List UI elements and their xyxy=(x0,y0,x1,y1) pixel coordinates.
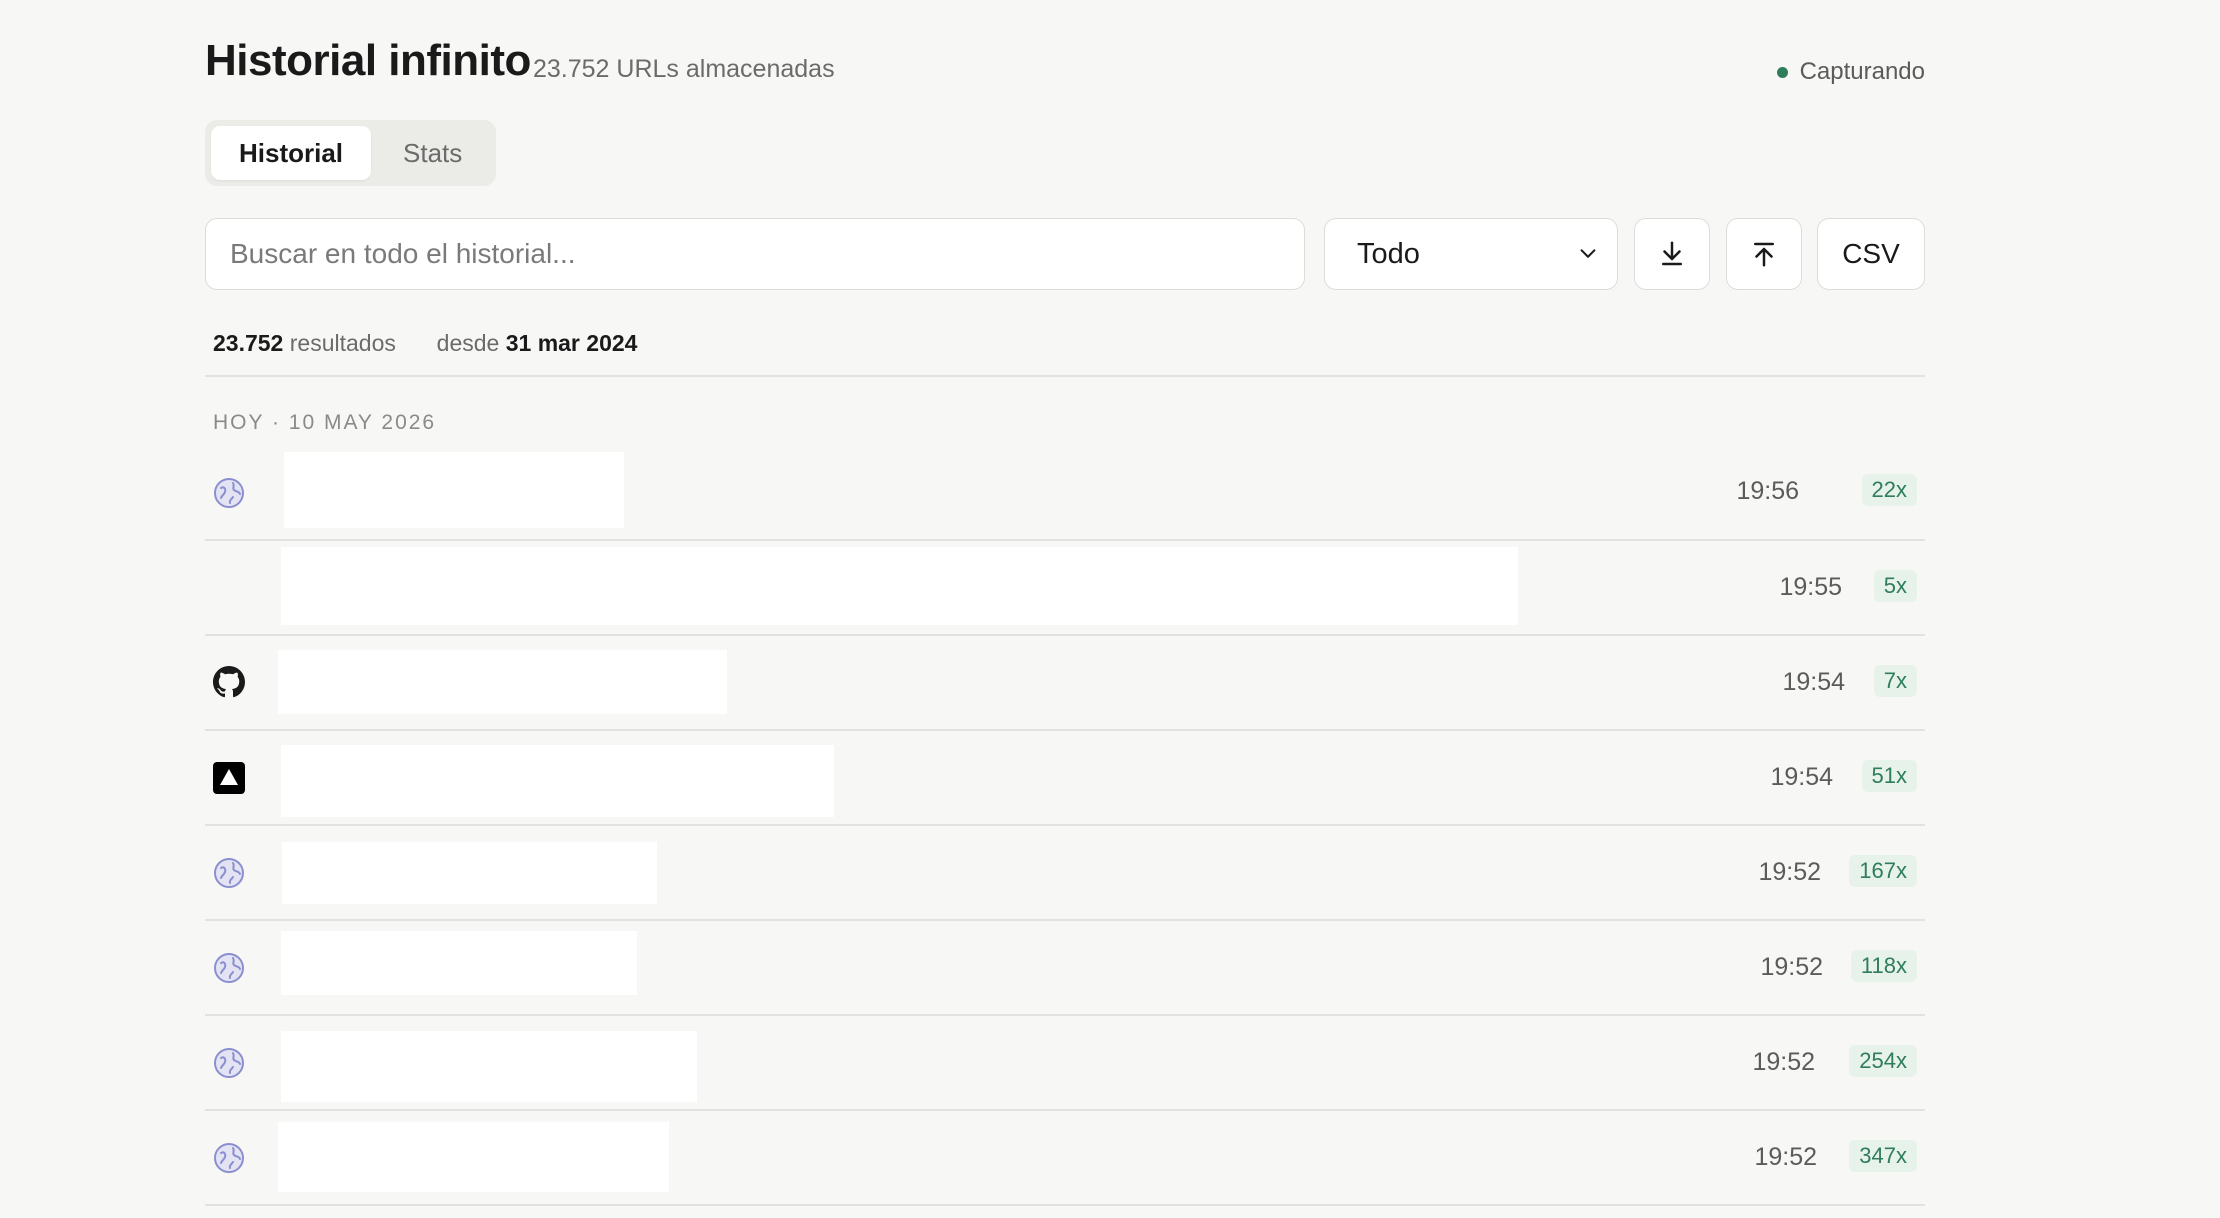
results-count: 23.752 xyxy=(213,330,284,356)
visit-time: 19:56 xyxy=(1736,477,1799,505)
history-row-title[interactable] xyxy=(282,842,657,904)
capture-status: Capturando xyxy=(1776,58,1925,86)
app-root: Historial infinito 23.752 URLs almacenad… xyxy=(205,0,1925,1206)
history-row[interactable]: 19:52 254x xyxy=(205,1016,1925,1111)
github-icon xyxy=(213,666,245,698)
toolbar: Todo CSV xyxy=(205,218,1925,292)
results-label: resultados xyxy=(289,330,396,356)
filter-select-value: Todo xyxy=(1357,237,1420,270)
globe-icon xyxy=(214,478,244,508)
chevron-down-icon xyxy=(1580,249,1596,258)
history-row-title[interactable] xyxy=(281,1031,697,1102)
upload-button[interactable] xyxy=(1726,218,1802,290)
visit-time: 19:52 xyxy=(1760,953,1823,981)
globe-icon xyxy=(214,1048,244,1078)
day-group-label: HOY · 10 MAY 2026 xyxy=(213,411,437,434)
tab-bar: Historial Stats xyxy=(205,120,497,186)
visit-count-badge: 5x xyxy=(1873,570,1917,602)
since-label: desde xyxy=(436,330,500,356)
triangle-logo-icon xyxy=(213,762,245,794)
results-summary: 23.752 resultados desde 31 mar 2024 xyxy=(213,330,637,357)
page-header: Historial infinito 23.752 URLs almacenad… xyxy=(205,0,1925,110)
history-row-title[interactable] xyxy=(278,650,727,714)
history-row-title[interactable] xyxy=(281,547,1518,625)
history-row[interactable]: 19:52 347x xyxy=(205,1111,1925,1206)
visit-count-badge: 254x xyxy=(1849,1045,1917,1077)
history-row-title[interactable] xyxy=(284,452,624,528)
visit-count-badge: 22x xyxy=(1861,474,1917,506)
since-date: 31 mar 2024 xyxy=(505,330,638,356)
visit-time: 19:52 xyxy=(1758,858,1821,886)
status-label: Capturando xyxy=(1799,58,1925,85)
csv-export-button[interactable]: CSV xyxy=(1817,218,1925,290)
history-row[interactable]: 19:52 167x xyxy=(205,826,1925,921)
globe-icon xyxy=(214,1143,244,1173)
visit-count-badge: 7x xyxy=(1873,665,1917,697)
visit-time: 19:54 xyxy=(1770,763,1833,791)
history-row[interactable]: 19:52 118x xyxy=(205,921,1925,1016)
divider xyxy=(205,375,1925,377)
visit-count-badge: 347x xyxy=(1849,1140,1917,1172)
tab-historial[interactable]: Historial xyxy=(211,126,372,180)
globe-icon xyxy=(214,858,244,888)
visit-time: 19:55 xyxy=(1779,573,1842,601)
page-subtitle: 23.752 URLs almacenadas xyxy=(533,55,835,83)
history-row-title[interactable] xyxy=(281,931,637,995)
tab-stats[interactable]: Stats xyxy=(375,126,490,180)
visit-count-badge: 167x xyxy=(1849,855,1917,887)
history-list: 19:56 22x 19:55 5x 19:54 7x 19:54 51x 19… xyxy=(205,446,1925,1206)
visit-time: 19:54 xyxy=(1782,668,1845,696)
history-row[interactable]: 19:55 5x xyxy=(205,541,1925,636)
visit-time: 19:52 xyxy=(1752,1048,1815,1076)
history-row-title[interactable] xyxy=(281,745,834,817)
history-row[interactable]: 19:54 7x xyxy=(205,636,1925,731)
filter-select[interactable]: Todo xyxy=(1324,218,1618,290)
history-row-title[interactable] xyxy=(278,1122,669,1192)
page-title: Historial infinito xyxy=(205,36,531,85)
globe-icon xyxy=(214,953,244,983)
history-row[interactable]: 19:54 51x xyxy=(205,731,1925,826)
download-button[interactable] xyxy=(1634,218,1710,290)
upload-icon xyxy=(1754,242,1774,267)
history-row[interactable]: 19:56 22x xyxy=(205,446,1925,541)
download-icon xyxy=(1662,241,1682,266)
status-dot-icon xyxy=(1776,66,1788,78)
visit-count-badge: 118x xyxy=(1850,950,1917,982)
visit-count-badge: 51x xyxy=(1861,760,1917,792)
visit-time: 19:52 xyxy=(1754,1143,1817,1171)
search-input[interactable] xyxy=(205,218,1305,290)
